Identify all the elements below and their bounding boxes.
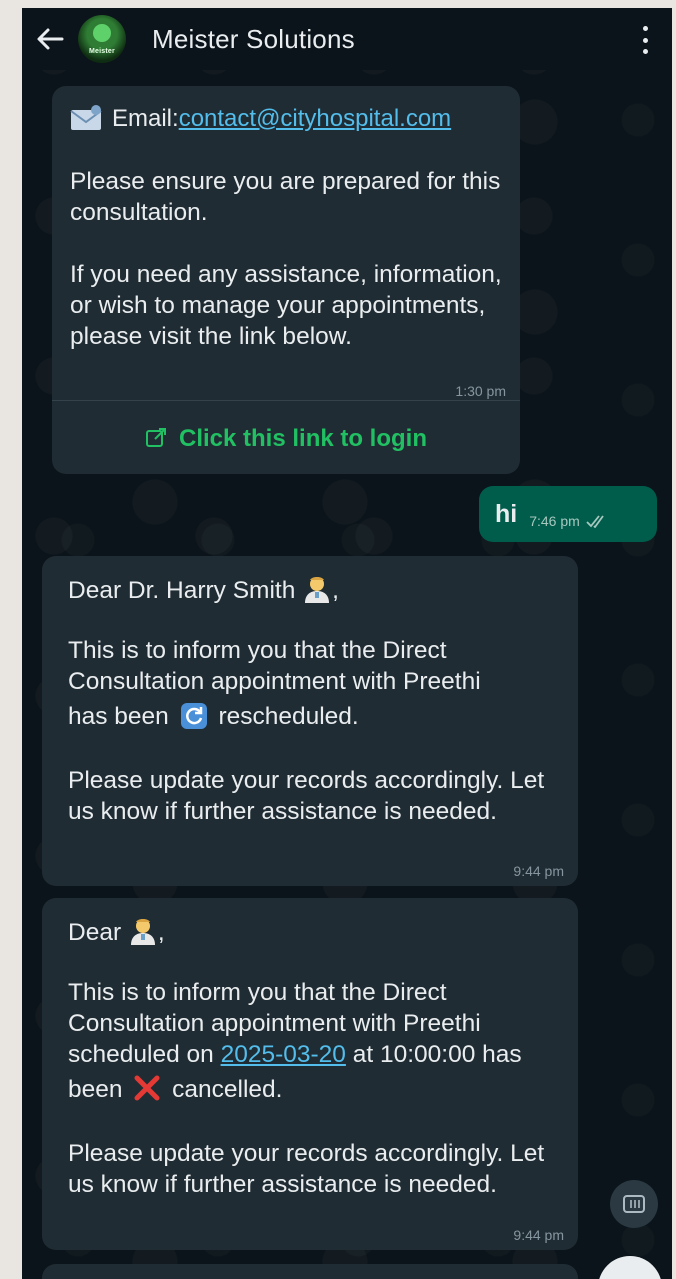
message-time: 9:44 pm [513, 863, 564, 879]
login-link-label: Click this link to login [178, 424, 427, 452]
message-text: This is to inform you that the Direct Co… [68, 637, 481, 695]
double-check-icon [586, 515, 604, 528]
message-text-part: has been [68, 703, 169, 730]
message-text-part: at 10:00:00 has [352, 1041, 522, 1068]
message-text: This is to inform you that the Direct Co… [68, 977, 558, 1070]
login-link-button[interactable]: Click this link to login [52, 416, 520, 460]
summary-icon [623, 1195, 645, 1213]
greeting-suffix: , [332, 577, 339, 604]
message-bubble-incoming[interactable]: Email: contact@cityhospital.com Please e… [52, 86, 520, 474]
message-time: 9:44 pm [513, 1227, 564, 1243]
chat-screen: Meister Meister Solutions Email: contact… [22, 8, 672, 1279]
divider [52, 400, 520, 401]
message-text: hi [495, 499, 518, 528]
avatar-label: Meister [89, 48, 115, 55]
greeting-line: Dear , [68, 916, 552, 948]
cross-mark-icon [134, 1075, 160, 1101]
greeting-line: Dear Dr. Harry Smith , [68, 574, 552, 606]
message-bubble-outgoing[interactable]: hi 7:46 pm [479, 486, 657, 542]
date-link[interactable]: 2025-03-20 [221, 1041, 346, 1068]
envelope-icon [70, 105, 102, 130]
message-text: has been rescheduled. [68, 701, 552, 732]
message-text: Please ensure you are prepared for this … [70, 168, 501, 226]
avatar-logo-icon [93, 24, 111, 42]
message-text: Please update your records accordingly. … [68, 1140, 545, 1198]
message-text: been cancelled. [68, 1074, 552, 1105]
message-text: If you need any assistance, information,… [70, 261, 502, 350]
greeting-text: Dear [68, 919, 122, 946]
doctor-emoji-icon [305, 577, 330, 603]
message-time: 7:46 pm [529, 512, 580, 529]
message-text-part: rescheduled. [218, 703, 359, 730]
message-time: 1:30 pm [455, 383, 506, 399]
message-text: Please update your records accordingly. … [68, 767, 545, 825]
email-label: Email: [112, 104, 179, 132]
floating-action-button[interactable] [598, 1256, 662, 1279]
external-link-icon [145, 428, 166, 447]
email-row: Email: contact@cityhospital.com [70, 100, 502, 136]
message-bubble-incoming[interactable]: Dear , This is to inform you that the Di… [42, 898, 578, 1250]
message-bubble-incoming [42, 1264, 578, 1279]
refresh-emoji-icon [180, 703, 207, 729]
more-options-icon[interactable] [640, 26, 650, 54]
contact-name[interactable]: Meister Solutions [152, 24, 355, 55]
contact-avatar[interactable]: Meister [78, 15, 126, 63]
scroll-down-button[interactable] [610, 1180, 658, 1228]
doctor-emoji-icon [130, 919, 155, 945]
chat-header: Meister Meister Solutions [22, 8, 672, 70]
message-text-part: been [68, 1076, 123, 1103]
greeting-suffix: , [157, 919, 165, 946]
message-bubble-incoming[interactable]: Dear Dr. Harry Smith , This is to inform… [42, 556, 578, 886]
email-link[interactable]: contact@cityhospital.com [179, 103, 451, 134]
greeting-text: Dear Dr. Harry Smith [68, 577, 296, 604]
message-text-part: cancelled. [172, 1076, 283, 1103]
back-arrow-icon[interactable] [30, 19, 70, 59]
